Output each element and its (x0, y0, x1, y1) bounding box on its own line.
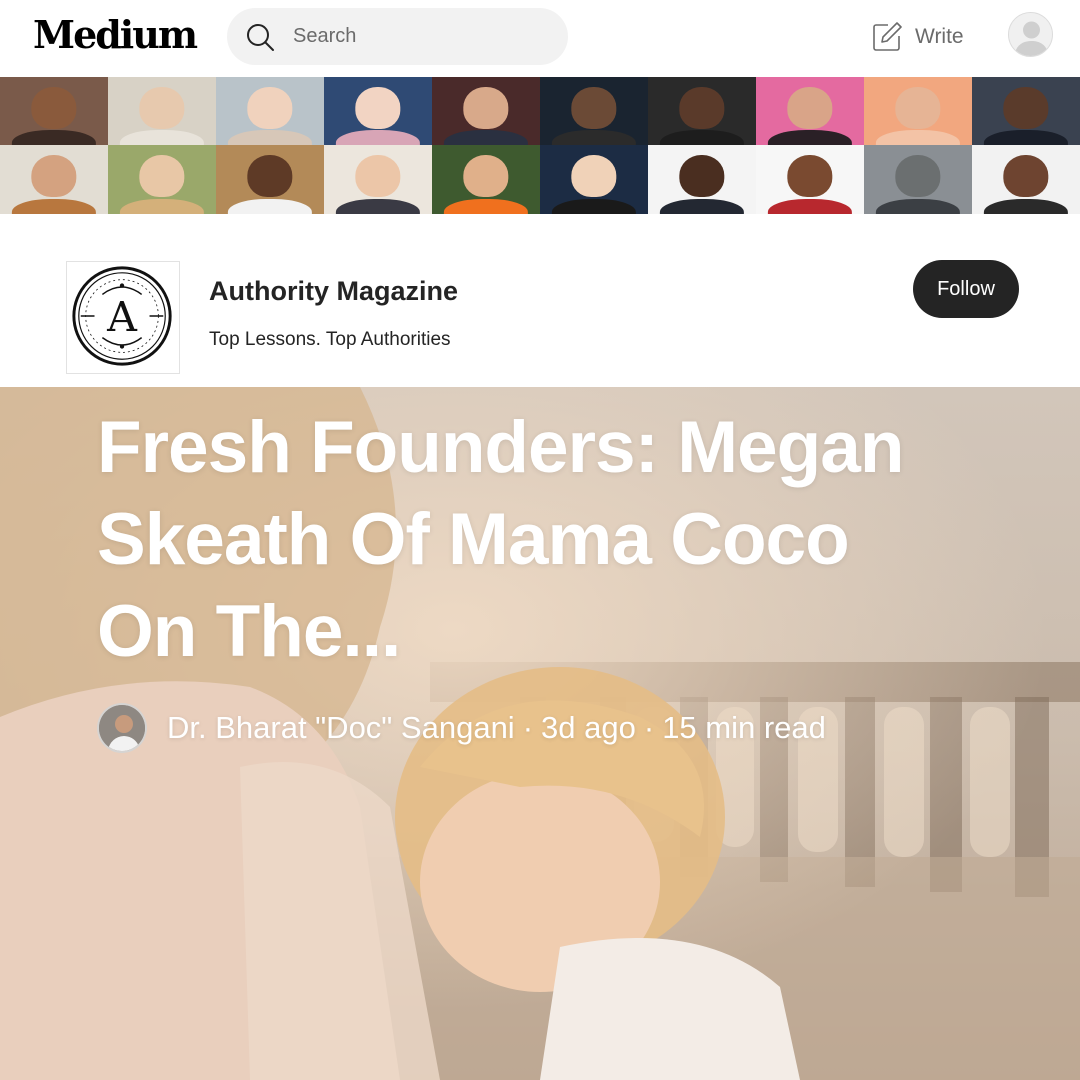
photo-figure-head (463, 154, 509, 198)
authority-magazine-seal: A (72, 266, 172, 366)
search-box[interactable] (227, 8, 568, 65)
photo-figure-body (119, 130, 205, 145)
collage-photo (216, 77, 324, 145)
featured-article-card[interactable]: Fresh Founders: Megan Skeath Of Mama Coc… (0, 387, 1080, 1080)
photo-figure-body (659, 198, 745, 214)
photo-figure-head (895, 86, 941, 129)
collage-photo (972, 77, 1080, 145)
byline-separator: · (522, 710, 534, 745)
publication-banner-collage (0, 77, 1080, 214)
write-button[interactable]: Write (871, 20, 964, 54)
photo-figure-body (983, 198, 1069, 214)
photo-figure-body (875, 198, 961, 214)
photo-figure-body (551, 198, 637, 214)
photo-figure-head (571, 86, 617, 129)
collage-photo (648, 77, 756, 145)
write-label: Write (915, 25, 964, 48)
photo-figure-head (895, 154, 941, 198)
photo-figure-head (247, 86, 293, 129)
collage-photo (324, 77, 432, 145)
photo-figure-body (335, 130, 421, 145)
publication-tagline: Top Lessons. Top Authorities (209, 329, 451, 350)
photo-figure-body (11, 130, 97, 145)
photo-figure-body (11, 198, 97, 214)
collage-photo (432, 145, 540, 214)
collage-photo (432, 77, 540, 145)
photo-figure-body (443, 130, 529, 145)
photo-figure-body (875, 130, 961, 145)
seal-letter: A (106, 293, 138, 341)
user-avatar-button[interactable] (1008, 12, 1053, 57)
article-age: 3d ago (541, 710, 636, 745)
photo-figure-head (787, 86, 833, 129)
collage-photo (864, 77, 972, 145)
collage-photo (108, 145, 216, 214)
collage-photo (0, 77, 108, 145)
photo-figure-body (767, 198, 853, 214)
author-photo (99, 705, 145, 751)
photo-figure-head (679, 154, 725, 198)
photo-figure-head (679, 86, 725, 129)
photo-figure-body (443, 198, 529, 214)
photo-figure-head (31, 86, 77, 129)
author-name[interactable]: Dr. Bharat "Doc" Sangani (167, 710, 515, 746)
photo-figure-body (227, 130, 313, 145)
photo-figure-head (1003, 86, 1049, 129)
publication-header: A Authority Magazine Top Lessons. Top Au… (0, 214, 1080, 387)
photo-figure-head (355, 154, 401, 198)
article-title[interactable]: Fresh Founders: Megan Skeath Of Mama Coc… (97, 402, 957, 678)
photo-figure-head (355, 86, 401, 129)
user-avatar-icon (1009, 13, 1052, 56)
collage-photo (216, 145, 324, 214)
photo-figure-body (767, 130, 853, 145)
photo-figure-head (463, 86, 509, 129)
collage-photo (648, 145, 756, 214)
follow-button[interactable]: Follow (913, 260, 1019, 318)
photo-figure-body (551, 130, 637, 145)
collage-photo (540, 77, 648, 145)
photo-figure-head (1003, 154, 1049, 198)
byline-separator: · (643, 710, 655, 745)
photo-figure-head (247, 154, 293, 198)
author-avatar[interactable] (97, 703, 147, 753)
photo-figure-head (571, 154, 617, 198)
collage-photo (108, 77, 216, 145)
collage-photo (540, 145, 648, 214)
photo-figure-head (139, 86, 185, 129)
publication-name[interactable]: Authority Magazine (209, 276, 458, 307)
collage-photo (324, 145, 432, 214)
read-time: 15 min read (662, 710, 826, 745)
publication-logo[interactable]: A (66, 261, 180, 374)
collage-photo (0, 145, 108, 214)
photo-figure-body (227, 198, 313, 214)
photo-figure-body (983, 130, 1069, 145)
photo-figure-head (31, 154, 77, 198)
search-input[interactable] (293, 20, 553, 52)
photo-figure-body (119, 198, 205, 214)
photo-figure-head (139, 154, 185, 198)
collage-photo (972, 145, 1080, 214)
collage-photo (756, 145, 864, 214)
medium-logo[interactable]: Medium (33, 12, 198, 57)
collage-photo (756, 77, 864, 145)
photo-figure-head (787, 154, 833, 198)
search-icon (247, 24, 274, 51)
photo-figure-body (335, 198, 421, 214)
collage-photo (864, 145, 972, 214)
article-byline: Dr. Bharat "Doc" Sangani · 3d ago · 15 m… (97, 702, 826, 754)
photo-figure-body (659, 130, 745, 145)
top-nav-bar: Medium Write (0, 0, 1080, 77)
write-icon (873, 22, 902, 51)
